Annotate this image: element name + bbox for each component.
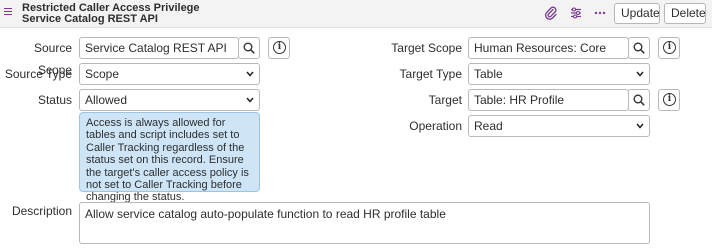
status-info-message: Access is always allowed for tables and … xyxy=(79,112,260,203)
target-type-label: Target Type xyxy=(399,67,462,81)
search-icon xyxy=(633,94,645,106)
target-scope-label: Target Scope xyxy=(391,41,462,55)
paperclip-icon[interactable] xyxy=(544,6,558,20)
source-scope-field[interactable]: Service Catalog REST API xyxy=(79,37,239,59)
record-name-title: Service Catalog REST API xyxy=(22,13,158,25)
source-scope-info-button[interactable]: i xyxy=(268,37,290,59)
target-type-select[interactable]: Table xyxy=(468,63,650,85)
source-type-select[interactable]: Scope xyxy=(79,63,260,85)
status-label: Status xyxy=(37,93,72,107)
target-type-value: Table xyxy=(474,67,503,81)
description-label: Description xyxy=(11,204,72,218)
operation-value: Read xyxy=(474,119,503,133)
chevron-down-icon xyxy=(636,71,644,77)
target-field[interactable]: Table: HR Profile xyxy=(468,89,629,111)
status-select[interactable]: Allowed xyxy=(79,89,260,111)
target-info-button[interactable]: i xyxy=(658,89,680,111)
chevron-down-icon xyxy=(246,71,254,77)
target-scope-info-button[interactable]: i xyxy=(658,37,680,59)
delete-button[interactable]: Delete xyxy=(664,3,706,24)
search-icon xyxy=(633,42,645,54)
target-scope-field[interactable]: Human Resources: Core xyxy=(468,37,629,59)
target-label: Target xyxy=(428,93,462,107)
source-type-label: Source Type xyxy=(4,67,72,81)
source-type-value: Scope xyxy=(85,67,120,81)
chevron-down-icon xyxy=(246,97,254,103)
settings-sliders-icon[interactable] xyxy=(569,6,583,20)
operation-select[interactable]: Read xyxy=(468,115,650,137)
target-search-button[interactable] xyxy=(628,89,650,111)
menu-icon[interactable] xyxy=(4,6,16,18)
status-value: Allowed xyxy=(85,93,128,107)
source-scope-search-button[interactable] xyxy=(238,37,260,59)
target-scope-search-button[interactable] xyxy=(628,37,650,59)
info-icon: i xyxy=(663,93,676,106)
operation-label: Operation xyxy=(409,119,462,133)
description-textarea[interactable]: Allow service catalog auto-populate func… xyxy=(79,202,650,244)
form-header: Restricted Caller Access Privilege Servi… xyxy=(0,0,712,28)
info-icon: i xyxy=(663,41,676,54)
chevron-down-icon xyxy=(636,123,644,129)
info-icon: i xyxy=(273,41,286,54)
source-scope-label: Source Scope xyxy=(33,41,72,77)
update-button[interactable]: Update xyxy=(614,3,660,24)
more-icon[interactable] xyxy=(593,6,607,20)
search-icon xyxy=(243,42,255,54)
